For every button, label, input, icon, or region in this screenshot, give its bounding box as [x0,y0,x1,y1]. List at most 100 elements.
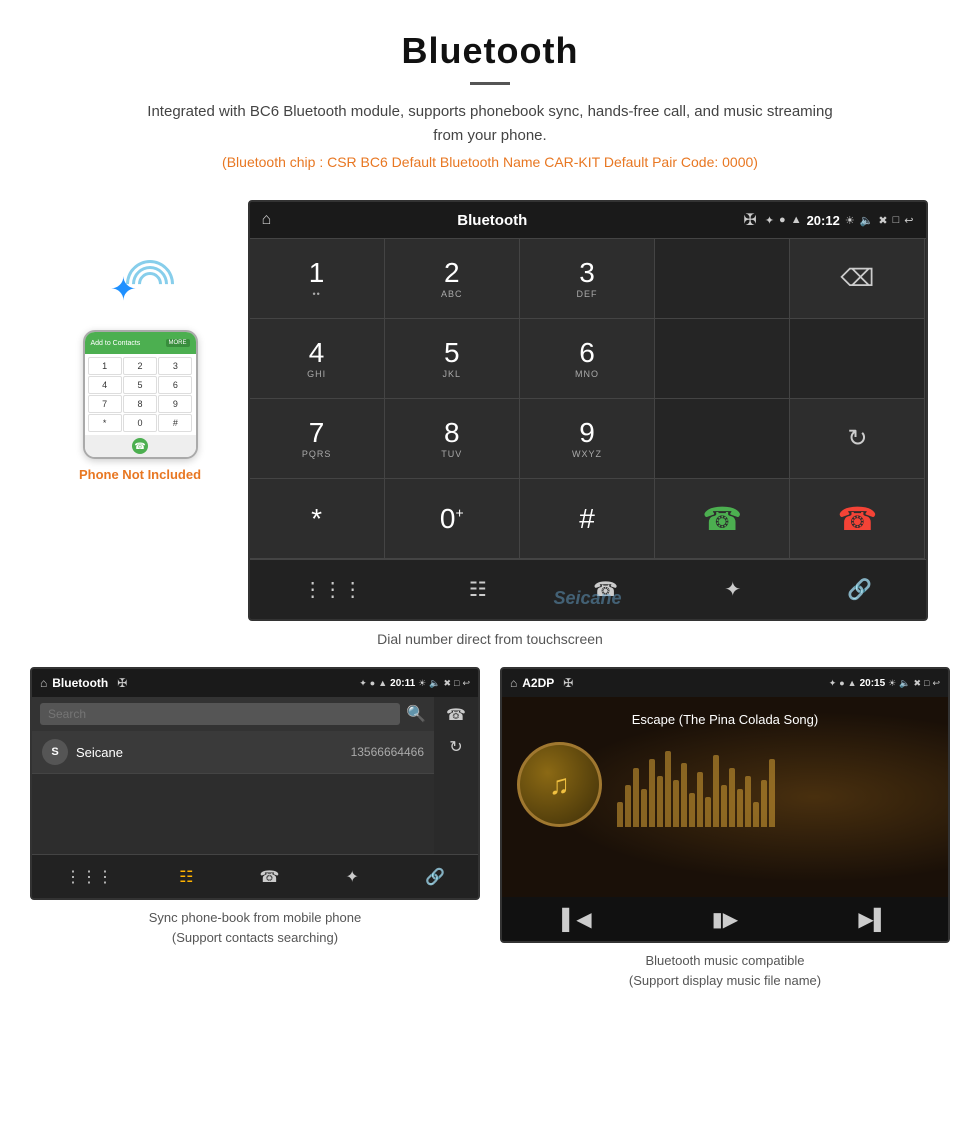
eq-bar [673,780,679,827]
location-icon: ● [779,214,786,226]
dial-empty-1 [655,239,790,319]
pb-contact-name: Seicane [76,745,343,760]
pb-nav-dialpad[interactable]: ⋮⋮⋮ [65,867,113,887]
pb-avatar: S [42,739,68,765]
pb-nav-link[interactable]: 🔗 [425,867,445,887]
phone-key: 2 [123,357,157,375]
dial-key-6[interactable]: 6 MNO [520,319,655,399]
pb-sidebar: ☎ ↻ [434,697,478,854]
dial-key-0[interactable]: 0+ [385,479,520,559]
music-home-icon[interactable]: ⌂ [510,676,517,690]
search-icon[interactable]: 🔍 [406,704,426,724]
phonebook-block: ⌂ Bluetooth ✠ ✦ ● ▲ 20:11 ☀ 🔈 ✖ □ ↩ [30,667,480,990]
music-back-icon[interactable]: ↩ [932,678,940,689]
music-bt-icon: ✦ [829,678,837,689]
phone-key: 4 [88,376,122,394]
phone-top-bar-text: Add to Contacts [91,340,141,347]
eq-bar [761,780,767,827]
pb-sidebar-refresh-icon[interactable]: ↻ [449,737,462,757]
music-caption-line2: (Support display music file name) [629,973,821,988]
pb-time: 20:11 [390,678,415,689]
dial-key-hash[interactable]: # [520,479,655,559]
music-album-art: ♫ [517,742,602,827]
dial-call-red[interactable]: ☎ [790,479,925,559]
play-pause-icon[interactable]: ▮▶ [712,907,738,932]
pb-search-bar: 🔍 [32,697,434,731]
pb-back-icon[interactable]: ↩ [462,678,470,689]
bt-specs: (Bluetooth chip : CSR BC6 Default Blueto… [20,154,960,170]
dial-key-5[interactable]: 5 JKL [385,319,520,399]
music-cam-icon: ☀ [888,678,896,689]
dial-screen-wrapper: ⌂ Bluetooth ✠ ✦ ● ▲ 20:12 ☀ 🔈 ✖ □ ↩ [248,200,928,621]
link-nav-icon[interactable]: 🔗 [847,577,872,602]
pb-contact-row[interactable]: S Seicane 13566664466 [32,731,434,774]
eq-bar [649,759,655,827]
dialpad-nav-icon[interactable]: ⋮⋮⋮ [303,577,363,602]
bluetooth-nav-icon[interactable]: ✦ [724,577,741,602]
dial-empty-3 [790,319,925,399]
dial-key-1[interactable]: 1 •• [250,239,385,319]
main-screen-section: ✦ Add to Contacts MORE 1 2 3 4 5 6 7 8 9… [0,200,980,621]
music-time: 20:15 [860,678,886,689]
contacts-nav-icon[interactable]: ☷ [469,577,487,602]
music-statusbar: ⌂ A2DP ✠ ✦ ● ▲ 20:15 ☀ 🔈 ✖ □ ↩ [502,669,948,697]
next-track-icon[interactable]: ▶▌ [858,907,888,932]
status-time: 20:12 [807,213,840,228]
dial-refresh[interactable]: ↻ [790,399,925,479]
usb-icon: ✠ [743,210,756,230]
pb-contact-number: 13566664466 [351,745,424,759]
dial-key-4[interactable]: 4 GHI [250,319,385,399]
music-loc-icon: ● [839,678,844,688]
music-body: Escape (The Pina Colada Song) ♫ [502,697,948,897]
dial-key-7[interactable]: 7 PQRS [250,399,385,479]
pb-content: 🔍 S Seicane 13566664466 [32,697,434,854]
dial-call-green[interactable]: ☎ [655,479,790,559]
eq-bar [737,789,743,827]
music-caption-line1: Bluetooth music compatible [646,953,805,968]
pb-nav-bar: ⋮⋮⋮ ☷ ☎ ✦ 🔗 [32,854,478,898]
dial-key-star[interactable]: * [250,479,385,559]
dialpad-grid: 1 •• 2 ABC 3 DEF ⌫ 4 GHI [250,238,926,559]
dial-key-2[interactable]: 2 ABC [385,239,520,319]
bluetooth-status-icon: ✦ [765,214,774,227]
pb-search-input[interactable] [40,703,400,725]
phone-not-included: Phone Not Included [79,467,201,482]
phone-key: 5 [123,376,157,394]
eq-bar [753,802,759,828]
pb-nav-phone[interactable]: ☎ [260,867,280,887]
dial-caption: Dial number direct from touchscreen [0,631,980,647]
prev-track-icon[interactable]: ▌◀ [562,907,592,932]
eq-bar [769,759,775,827]
pb-body: 🔍 S Seicane 13566664466 ☎ ↻ [32,697,478,854]
title-divider [470,82,510,85]
phone-nav-icon[interactable]: ☎ [593,577,618,602]
back-icon[interactable]: ↩ [904,214,913,227]
eq-bar [745,776,751,827]
eq-bar [617,802,623,828]
eq-bar [633,768,639,828]
pb-status-icons: ✦ ● ▲ 20:11 ☀ 🔈 ✖ □ ↩ [359,678,470,689]
dial-key-3[interactable]: 3 DEF [520,239,655,319]
pb-home-icon[interactable]: ⌂ [40,676,47,690]
music-song-title: Escape (The Pina Colada Song) [632,712,818,727]
music-caption: Bluetooth music compatible (Support disp… [629,951,821,990]
dial-key-9[interactable]: 9 WXYZ [520,399,655,479]
dial-backspace[interactable]: ⌫ [790,239,925,319]
music-x-icon: ✖ [913,678,921,689]
dial-nav-bar: ⋮⋮⋮ ☷ ☎ ✦ 🔗 [250,559,926,619]
phone-mockup-container: ✦ Add to Contacts MORE 1 2 3 4 5 6 7 8 9… [53,200,228,482]
eq-bar [689,793,695,827]
pb-nav-contacts[interactable]: ☷ [179,867,193,887]
pb-loc-icon: ● [370,678,375,688]
pb-sidebar-phone-icon[interactable]: ☎ [446,705,466,725]
x-icon: ✖ [878,214,887,227]
dial-key-8[interactable]: 8 TUV [385,399,520,479]
pb-sig-icon: ▲ [378,678,387,688]
phone-bottom: ☎ [85,435,196,457]
music-usb-icon: ✠ [563,676,573,690]
pb-nav-bt[interactable]: ✦ [346,867,359,887]
signal-icon: ▲ [791,214,802,226]
pb-statusbar: ⌂ Bluetooth ✠ ✦ ● ▲ 20:11 ☀ 🔈 ✖ □ ↩ [32,669,478,697]
music-sig-icon: ▲ [848,678,857,688]
dial-statusbar: ⌂ Bluetooth ✠ ✦ ● ▲ 20:12 ☀ 🔈 ✖ □ ↩ [250,202,926,238]
